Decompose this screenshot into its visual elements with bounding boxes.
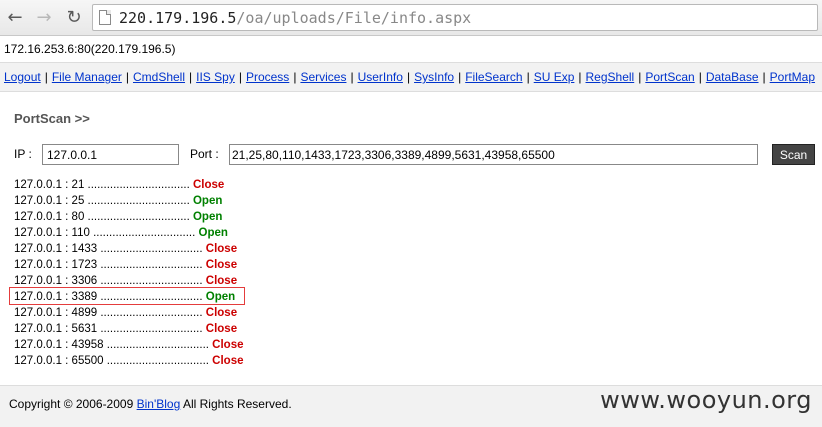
menu-link-portmap[interactable]: PortMap: [770, 70, 815, 84]
blog-link[interactable]: Bin'Blog: [137, 397, 181, 411]
result-status: Open: [198, 227, 228, 239]
menu-link-iis-spy[interactable]: IIS Spy: [196, 70, 235, 84]
result-row: 127.0.0.1 : 43958 ......................…: [14, 337, 244, 353]
host-info: 172.16.253.6:80(220.179.196.5): [4, 42, 176, 56]
menu-link-userinfo[interactable]: UserInfo: [358, 70, 403, 84]
result-port: 127.0.0.1 : 1433 .......................…: [14, 243, 203, 255]
menu-separator: |: [578, 70, 582, 84]
menu-link-portscan[interactable]: PortScan: [645, 70, 694, 84]
result-port: 127.0.0.1 : 1723 .......................…: [14, 259, 203, 271]
menu-link-process[interactable]: Process: [246, 70, 289, 84]
result-port: 127.0.0.1 : 65500 ......................…: [14, 355, 209, 367]
ip-label: IP :: [14, 147, 32, 161]
result-port: 127.0.0.1 : 4899 .......................…: [14, 307, 203, 319]
menu-link-regshell[interactable]: RegShell: [586, 70, 635, 84]
result-row: 127.0.0.1 : 21 .........................…: [14, 177, 244, 193]
result-status: Close: [205, 307, 238, 319]
result-port: 127.0.0.1 : 110 ........................…: [14, 227, 196, 239]
result-row: 127.0.0.1 : 65500 ......................…: [14, 353, 244, 369]
result-status: Close: [205, 243, 238, 255]
page-icon: [99, 10, 111, 25]
back-arrow-icon[interactable]: ←: [4, 6, 26, 28]
result-status: Open: [192, 211, 223, 223]
result-row: 127.0.0.1 : 1723 .......................…: [14, 257, 244, 273]
menu-link-filesearch[interactable]: FileSearch: [465, 70, 522, 84]
result-status: Close: [205, 323, 238, 335]
menu-link-cmdshell[interactable]: CmdShell: [133, 70, 185, 84]
result-port: 127.0.0.1 : 3306 .......................…: [14, 275, 203, 287]
menu-separator: |: [458, 70, 462, 84]
menu-link-services[interactable]: Services: [300, 70, 346, 84]
result-status: Close: [212, 355, 244, 367]
menu-separator: |: [526, 70, 530, 84]
result-row: 127.0.0.1 : 25 .........................…: [14, 193, 244, 209]
port-label: Port :: [190, 147, 219, 161]
url-host: 220.179.196.5: [119, 8, 237, 27]
url-path: /oa/uploads/File/info.aspx: [236, 8, 472, 27]
menu-link-logout[interactable]: Logout: [4, 70, 41, 84]
menu-link-sysinfo[interactable]: SysInfo: [414, 70, 454, 84]
copyright-prefix: Copyright © 2006-2009: [9, 397, 134, 411]
result-port: 127.0.0.1 : 25 .........................…: [14, 195, 190, 207]
watermark: www.wooyun.org: [600, 386, 812, 414]
result-row: 127.0.0.1 : 80 .........................…: [14, 209, 244, 225]
menu-link-database[interactable]: DataBase: [706, 70, 759, 84]
result-status: Close: [212, 339, 244, 351]
menu-separator: |: [762, 70, 766, 84]
menu-separator: |: [293, 70, 297, 84]
menu-separator: |: [44, 70, 48, 84]
section-title: PortScan >>: [14, 111, 90, 126]
result-port: 127.0.0.1 : 5631 .......................…: [14, 323, 203, 335]
menu-separator: |: [238, 70, 242, 84]
result-status: Close: [192, 179, 225, 191]
footer: Copyright © 2006-2009 Bin'Blog All Right…: [0, 385, 822, 427]
copyright-suffix: All Rights Reserved.: [182, 397, 292, 411]
result-row: 127.0.0.1 : 5631 .......................…: [14, 321, 244, 337]
result-status: Close: [205, 275, 238, 287]
forward-arrow-icon[interactable]: →: [33, 6, 55, 28]
result-port: 127.0.0.1 : 21 .........................…: [14, 179, 190, 191]
menu-link-file-manager[interactable]: File Manager: [52, 70, 122, 84]
result-port: 127.0.0.1 : 80 .........................…: [14, 211, 190, 223]
menu-separator: |: [350, 70, 354, 84]
menu-separator: |: [406, 70, 411, 84]
result-status: Open: [192, 195, 223, 207]
highlight-box: [9, 287, 245, 305]
result-port: 127.0.0.1 : 43958 ......................…: [14, 339, 209, 351]
menu-separator: |: [125, 70, 129, 84]
menu-link-su-exp[interactable]: SU Exp: [534, 70, 575, 84]
menu-bar: Logout | File Manager | CmdShell | IIS Spy | Pro…: [0, 62, 822, 92]
port-input[interactable]: [229, 144, 758, 165]
menu-separator: |: [698, 70, 702, 84]
address-bar[interactable]: 220.179.196.5 /oa/uploads/File/info.aspx: [92, 4, 818, 31]
scan-button[interactable]: Scan: [772, 144, 815, 165]
result-row: 127.0.0.1 : 4899 .......................…: [14, 305, 244, 321]
reload-icon[interactable]: ↻: [63, 6, 85, 28]
ip-input[interactable]: [42, 144, 179, 165]
scan-results: 127.0.0.1 : 21 .........................…: [14, 177, 244, 369]
result-row: 127.0.0.1 : 1433 .......................…: [14, 241, 244, 257]
copyright: Copyright © 2006-2009 Bin'Blog All Right…: [9, 397, 292, 411]
result-row: 127.0.0.1 : 110 ........................…: [14, 225, 244, 241]
menu-separator: |: [189, 70, 193, 84]
browser-toolbar: ← → ↻ 220.179.196.5 /oa/uploads/File/inf…: [0, 0, 822, 36]
menu-separator: |: [638, 70, 642, 84]
result-status: Close: [205, 259, 238, 271]
